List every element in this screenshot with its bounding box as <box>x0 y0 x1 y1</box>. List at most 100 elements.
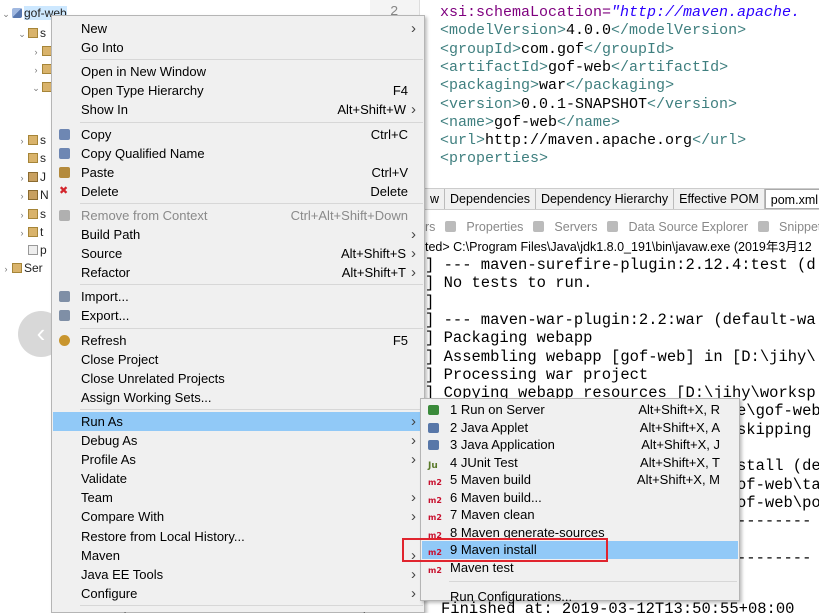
menu-item-label: Configure <box>81 585 138 601</box>
xml-line: <properties> <box>440 150 548 168</box>
menu-item-label: Source <box>81 246 123 262</box>
xml-close-tag: </packaging> <box>566 77 675 95</box>
folder-icon <box>12 263 22 273</box>
expand-toggle-icon[interactable]: › <box>30 43 42 61</box>
view-tab-label: rs <box>425 220 436 234</box>
menu-item-java-ee-tools[interactable]: Java EE Tools › <box>53 565 424 584</box>
expand-toggle-icon[interactable]: ⌄ <box>16 25 28 43</box>
run-as-item-5-maven-build[interactable]: m2 5 Maven build Alt+Shift+X, M <box>422 471 738 489</box>
pom-editor[interactable]: 2 xsi:schemaLocation="http://maven.apach… <box>370 0 819 172</box>
run-as-item-1-run-on-server[interactable]: 1 Run on Server Alt+Shift+X, R <box>422 401 738 419</box>
expand-toggle-icon[interactable]: › <box>16 206 28 224</box>
xml-open-tag: <url> <box>440 132 486 150</box>
menu-item-open-in-new-window[interactable]: Open in New Window <box>53 62 424 81</box>
view-tab-label: Servers <box>554 220 598 234</box>
menu-item-profile-as[interactable]: Profile As › <box>53 450 424 469</box>
pom-tab[interactable]: pom.xml <box>764 189 819 209</box>
menu-item-refactor[interactable]: Refactor Alt+Shift+T › <box>53 263 424 282</box>
menu-item-shortcut: Delete <box>370 183 408 199</box>
expand-toggle-icon[interactable]: ⌄ <box>0 5 12 23</box>
submenu-arrow-icon: › <box>411 584 416 602</box>
package-icon <box>28 153 38 163</box>
console-line-fragment: skipping <box>737 420 812 439</box>
xml-open-tag: <artifactId> <box>440 58 549 76</box>
submenu-arrow-icon: › <box>411 101 416 119</box>
view-tab-snippets[interactable]: Snippets <box>758 217 819 237</box>
menu-item-label: Validate <box>81 471 128 487</box>
run-as-item-7-maven-clean[interactable]: m2 7 Maven clean <box>422 506 738 524</box>
console-line-fragment: of-web\ta <box>737 475 819 494</box>
menu-separator <box>80 604 423 606</box>
menu-item-restore-from-local-history[interactable]: Restore from Local History... <box>53 527 424 546</box>
menu-item-label: Properties <box>81 608 140 613</box>
menu-item-refresh[interactable]: Refresh F5 <box>53 331 424 350</box>
expand-toggle-icon[interactable]: › <box>16 169 28 187</box>
snippets-icon <box>758 221 769 232</box>
menu-item-team[interactable]: Team › <box>53 488 424 507</box>
menu-item-export[interactable]: Export... <box>53 306 424 325</box>
menu-item-new[interactable]: New › <box>53 19 424 38</box>
menu-item-run-as[interactable]: Run As › <box>53 411 424 431</box>
expand-toggle-icon[interactable]: › <box>16 187 28 205</box>
pom-tab[interactable]: w <box>425 189 446 209</box>
menu-item-validate[interactable]: Validate <box>53 469 424 488</box>
tree-servers-row[interactable]: › Ser <box>0 259 43 277</box>
menu-item-debug-as[interactable]: Debug As › <box>53 431 424 450</box>
tree-row[interactable]: › s <box>16 205 47 224</box>
view-tab-data-source-explorer[interactable]: Data Source Explorer <box>607 217 748 237</box>
pom-tab[interactable]: Dependency Hierarchy <box>536 189 675 209</box>
menu-item-build-path[interactable]: Build Path › <box>53 225 424 244</box>
tree-row[interactable]: › J <box>16 168 47 187</box>
view-tab-servers[interactable]: Servers <box>533 217 597 237</box>
jar-icon <box>28 190 38 200</box>
menu-item-close-project[interactable]: Close Project <box>53 350 424 369</box>
refresh-icon <box>59 334 70 346</box>
view-tab-properties[interactable]: Properties <box>445 217 523 237</box>
run-as-item-2-java-applet[interactable]: 2 Java Applet Alt+Shift+X, A <box>422 419 738 437</box>
submenu-arrow-icon: › <box>411 264 416 282</box>
tree-row[interactable]: p <box>16 241 47 259</box>
expand-toggle-icon[interactable]: › <box>0 260 12 278</box>
menu-item-paste[interactable]: Paste Ctrl+V <box>53 163 424 182</box>
menu-item-show-in[interactable]: Show In Alt+Shift+W › <box>53 100 424 119</box>
menu-item-properties[interactable]: Properties Alt+Enter <box>53 608 424 613</box>
tree-row[interactable]: s <box>16 149 46 167</box>
xml-line: <version>0.0.1-SNAPSHOT</version> <box>440 96 737 114</box>
pom-tab[interactable]: Effective POM <box>674 189 765 209</box>
tree-row[interactable]: › t <box>16 223 44 242</box>
tree-row[interactable]: › N <box>16 186 49 204</box>
tree-item-label: s <box>40 207 46 221</box>
page-icon <box>28 245 38 255</box>
run-as-item-3-java-application[interactable]: 3 Java Application Alt+Shift+X, J <box>422 436 738 454</box>
expand-toggle-icon[interactable]: › <box>16 224 28 242</box>
menu-item-import[interactable]: Import... <box>53 287 424 306</box>
pom-editor-tabs: w Dependencies Dependency Hierarchy Effecti… <box>425 188 819 210</box>
menu-item-configure[interactable]: Configure › <box>53 584 424 603</box>
menu-item-close-unrelated-projects[interactable]: Close Unrelated Projects <box>53 369 424 388</box>
tree-row[interactable]: › s <box>16 131 47 150</box>
expand-toggle-icon[interactable]: › <box>30 61 42 79</box>
menu-item-compare-with[interactable]: Compare With › <box>53 507 424 526</box>
tree-row[interactable]: ⌄ s <box>16 24 46 42</box>
submenu-arrow-icon: › <box>411 451 416 469</box>
menu-item-go-into[interactable]: Go Into <box>53 38 424 57</box>
run-as-item-run-configurations[interactable]: Run Configurations... <box>422 588 738 606</box>
view-tab-overflow[interactable]: rs <box>425 217 435 237</box>
menu-item-maven[interactable]: Maven › <box>53 546 424 565</box>
menu-item-delete[interactable]: ✖ Delete Delete <box>53 182 424 201</box>
xml-line: <groupId>com.gof</groupId> <box>440 41 674 59</box>
menu-item-copy[interactable]: Copy Ctrl+C <box>53 125 424 144</box>
menu-item-open-type-hierarchy[interactable]: Open Type Hierarchy F4 <box>53 81 424 100</box>
run-as-item-4-junit-test[interactable]: Ju 4 JUnit Test Alt+Shift+X, T <box>422 454 738 472</box>
pom-tab[interactable]: Dependencies <box>445 189 536 209</box>
menu-item-label: Open in New Window <box>81 64 206 80</box>
menu-item-source[interactable]: Source Alt+Shift+S › <box>53 244 424 263</box>
expand-toggle-icon[interactable]: ⌄ <box>30 79 42 97</box>
xml-text: http://maven.apache.org <box>485 132 693 150</box>
menu-item-assign-working-sets[interactable]: Assign Working Sets... <box>53 388 424 407</box>
expand-toggle-icon[interactable]: › <box>16 132 28 150</box>
tree-item-label: J <box>40 170 46 184</box>
menu-item-shortcut: Ctrl+V <box>371 164 408 180</box>
menu-item-copy-qualified-name[interactable]: Copy Qualified Name <box>53 144 424 163</box>
run-as-item-6-maven-build[interactable]: m2 6 Maven build... <box>422 489 738 507</box>
